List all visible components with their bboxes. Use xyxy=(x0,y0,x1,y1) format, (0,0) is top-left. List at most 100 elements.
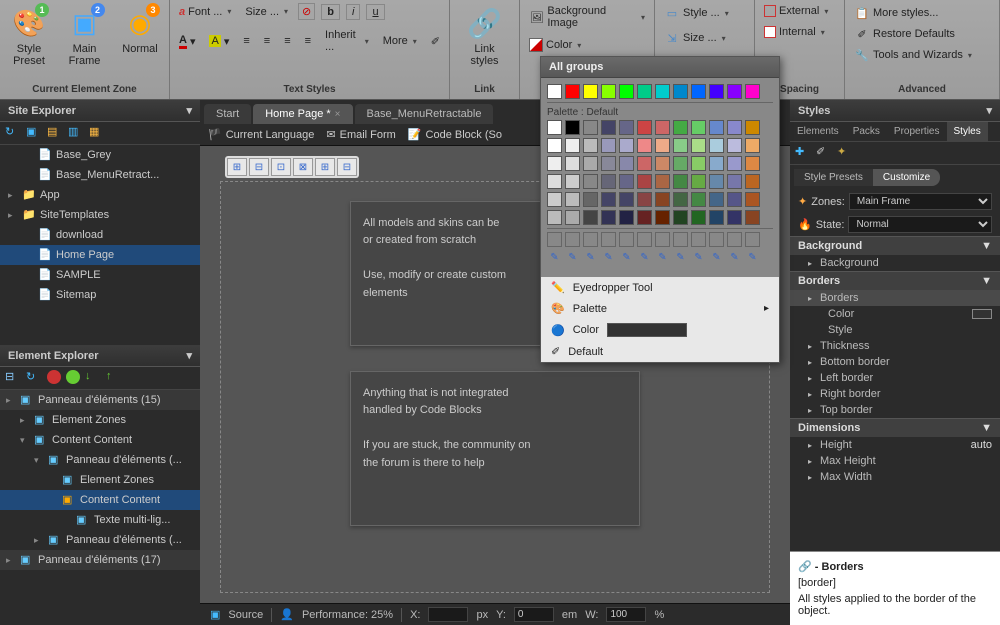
layout-tool-1[interactable]: ⊞ xyxy=(227,158,247,176)
color-cell[interactable] xyxy=(601,210,616,225)
custom-color-slot[interactable] xyxy=(691,232,706,247)
color-cell[interactable] xyxy=(655,138,670,153)
custom-color-slot[interactable] xyxy=(547,232,562,247)
center-toolbar-item[interactable]: 🏴Current Language xyxy=(208,128,314,141)
center-toolbar-item[interactable]: ✉Email Form xyxy=(326,128,395,141)
panel-arrow-icon[interactable]: ▾ xyxy=(986,104,992,117)
custom-color-slot[interactable] xyxy=(673,232,688,247)
eyedropper-menu-item[interactable]: ✏️Eyedropper Tool xyxy=(541,277,779,298)
move-down-icon[interactable]: ↓ xyxy=(85,370,101,386)
custom-color-slot[interactable] xyxy=(655,232,670,247)
eyedropper-slot[interactable]: ✎ xyxy=(547,250,562,265)
prop-item[interactable]: ▸Bottom border xyxy=(790,354,1000,370)
tree-item[interactable]: ▸▣Panneau d'éléments (17) xyxy=(0,550,200,570)
color-cell[interactable] xyxy=(547,138,562,153)
source-button[interactable]: Source xyxy=(228,609,263,621)
center-toolbar-item[interactable]: 📝Code Block (So xyxy=(408,128,502,141)
prop-group-header[interactable]: Background▼ xyxy=(790,236,1000,255)
styles-subtab[interactable]: Properties xyxy=(887,122,947,141)
prop-item[interactable]: ▸Heightauto xyxy=(790,437,1000,453)
color-cell[interactable] xyxy=(565,174,580,189)
eyedropper-slot[interactable]: ✎ xyxy=(709,250,724,265)
layout-tool-3[interactable]: ⊡ xyxy=(271,158,291,176)
prop-item[interactable]: ▸Borders xyxy=(790,290,1000,306)
color-cell[interactable] xyxy=(709,84,724,99)
inherit-dropdown[interactable]: Inherit ... xyxy=(321,27,373,55)
more-dropdown[interactable]: More xyxy=(379,33,421,49)
content-box-2[interactable]: Anything that is not integrated handled … xyxy=(350,371,640,526)
prop-item[interactable]: ▸Max Width xyxy=(790,469,1000,485)
color-cell[interactable] xyxy=(547,156,562,171)
default-menu-item[interactable]: ✐Default xyxy=(541,341,779,362)
size-dropdown[interactable]: Size ... xyxy=(241,4,292,20)
custom-color-slot[interactable] xyxy=(727,232,742,247)
y-input[interactable] xyxy=(514,607,554,622)
erase-style-icon[interactable]: ✐ xyxy=(816,145,832,161)
back-color-button[interactable]: A▾ xyxy=(205,33,233,50)
w-input[interactable] xyxy=(606,607,646,622)
prop-item[interactable]: ▸Left border xyxy=(790,370,1000,386)
import-icon[interactable]: ▦ xyxy=(89,125,105,141)
delete-icon[interactable] xyxy=(47,370,61,384)
color-swatch[interactable] xyxy=(972,309,992,319)
custom-color-slot[interactable] xyxy=(583,232,598,247)
toggle-icon[interactable] xyxy=(66,370,80,384)
element-tree[interactable]: ▸▣Panneau d'éléments (15)▸▣Element Zones… xyxy=(0,390,200,625)
color-cell[interactable] xyxy=(727,138,742,153)
align-left-icon[interactable]: ≡ xyxy=(239,33,253,49)
refresh-icon[interactable]: ↻ xyxy=(26,370,42,386)
prop-group-header[interactable]: Dimensions▼ xyxy=(790,418,1000,437)
highlight-icon[interactable]: ✦ xyxy=(837,145,853,161)
color-cell[interactable] xyxy=(673,120,688,135)
color-cell[interactable] xyxy=(655,84,670,99)
color-cell[interactable] xyxy=(565,210,580,225)
color-cell[interactable] xyxy=(727,156,742,171)
prop-group-header[interactable]: Borders▼ xyxy=(790,271,1000,290)
panel-arrow-icon[interactable]: ▾ xyxy=(186,349,192,362)
tree-item[interactable]: 📄Sitemap xyxy=(0,285,200,305)
color-cell[interactable] xyxy=(691,156,706,171)
color-cell[interactable] xyxy=(673,138,688,153)
color-cell[interactable] xyxy=(727,192,742,207)
color-cell[interactable] xyxy=(727,120,742,135)
prop-item[interactable]: ▸Thickness xyxy=(790,338,1000,354)
color-cell[interactable] xyxy=(691,138,706,153)
tree-item[interactable]: ▣Texte multi-lig... xyxy=(0,510,200,530)
color-cell[interactable] xyxy=(547,174,562,189)
tree-item[interactable]: ▾▣Content Content xyxy=(0,430,200,450)
color-cell[interactable] xyxy=(745,120,760,135)
x-input[interactable] xyxy=(428,607,468,622)
color-cell[interactable] xyxy=(673,84,688,99)
tree-item[interactable]: ▣Content Content xyxy=(0,490,200,510)
color-cell[interactable] xyxy=(637,156,652,171)
view-icon[interactable]: ▣ xyxy=(26,125,42,141)
move-up-icon[interactable]: ↑ xyxy=(106,370,122,386)
color-cell[interactable] xyxy=(601,156,616,171)
prop-item[interactable]: Style xyxy=(790,322,1000,338)
bg-image-dropdown[interactable]: 🖼 Background Image xyxy=(525,3,649,31)
align-center-icon[interactable]: ≡ xyxy=(260,33,274,49)
prop-item[interactable]: ▸Max Height xyxy=(790,453,1000,469)
collapse-icon[interactable]: ⊟ xyxy=(5,370,21,386)
color-cell[interactable] xyxy=(655,120,670,135)
state-select[interactable]: Normal xyxy=(848,216,992,233)
styles-subtab[interactable]: Styles xyxy=(947,122,988,141)
color-cell[interactable] xyxy=(619,120,634,135)
color-cell[interactable] xyxy=(727,210,742,225)
color-cell[interactable] xyxy=(565,84,580,99)
color-cell[interactable] xyxy=(583,156,598,171)
color-cell[interactable] xyxy=(709,210,724,225)
color-cell[interactable] xyxy=(619,210,634,225)
color-cell[interactable] xyxy=(691,120,706,135)
link-styles-button[interactable]: 🔗Link styles xyxy=(455,3,514,69)
color-cell[interactable] xyxy=(709,120,724,135)
close-icon[interactable]: × xyxy=(335,109,341,120)
prop-item[interactable]: ▸Right border xyxy=(790,386,1000,402)
color-cell[interactable] xyxy=(655,156,670,171)
eyedropper-slot[interactable]: ✎ xyxy=(727,250,742,265)
justify-icon[interactable]: ≡ xyxy=(301,33,315,49)
color-cell[interactable] xyxy=(619,138,634,153)
eyedropper-slot[interactable]: ✎ xyxy=(601,250,616,265)
color-cell[interactable] xyxy=(565,120,580,135)
tree-item[interactable]: ▣Element Zones xyxy=(0,470,200,490)
